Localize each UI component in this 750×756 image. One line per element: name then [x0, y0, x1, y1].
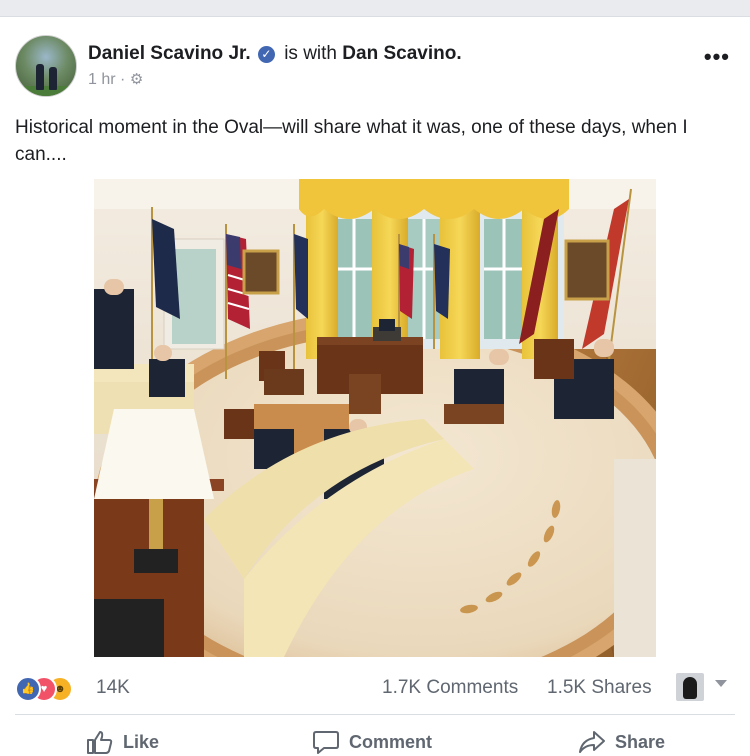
like-reaction-icon: 👍: [15, 676, 41, 702]
top-strip: [0, 0, 750, 17]
avatar-figure: [36, 64, 44, 90]
chevron-down-icon[interactable]: [715, 680, 727, 687]
post-stats: 👍 ♥ ☻ 14K 1.7K Comments 1.5K Shares: [0, 672, 750, 706]
post-photo[interactable]: [94, 179, 656, 657]
post-meta: 1 hr · ⚙: [88, 70, 143, 89]
comment-label: Comment: [349, 731, 433, 752]
gear-icon[interactable]: ⚙: [130, 71, 143, 88]
viewer-avatar[interactable]: [676, 673, 704, 701]
like-label: Like: [123, 731, 160, 752]
with-text: is with: [284, 43, 337, 64]
tagged-name[interactable]: Dan Scavino.: [342, 43, 461, 64]
avatar-figure: [49, 67, 57, 90]
author-line: Daniel Scavino Jr. ✓ is with Dan Scavino…: [88, 43, 462, 65]
post-header: Daniel Scavino Jr. ✓ is with Dan Scavino…: [0, 30, 750, 100]
shares-count[interactable]: 1.5K Shares: [547, 677, 652, 699]
post-actions: Like Comment Share: [0, 722, 750, 755]
thumbs-up-icon: [87, 731, 113, 754]
more-options-button[interactable]: •••: [704, 44, 730, 70]
comment-bubble-icon: [313, 731, 339, 754]
comment-button[interactable]: Comment: [312, 728, 432, 756]
share-label: Share: [615, 731, 666, 752]
avatar-grass: [16, 86, 76, 96]
verified-badge-icon: ✓: [257, 46, 275, 63]
share-arrow-icon: [579, 731, 605, 753]
viewer-avatar-figure: [683, 677, 697, 699]
actions-divider: [15, 714, 735, 715]
author-avatar[interactable]: [15, 35, 77, 97]
comments-count[interactable]: 1.7K Comments: [382, 677, 518, 699]
author-name[interactable]: Daniel Scavino Jr.: [88, 43, 251, 64]
post-timestamp[interactable]: 1 hr: [88, 71, 116, 88]
reaction-count[interactable]: 14K: [96, 677, 130, 699]
share-button[interactable]: Share: [578, 728, 665, 756]
like-button[interactable]: Like: [86, 728, 159, 756]
meta-separator: ·: [120, 71, 126, 88]
post-text: Historical moment in the Oval—will share…: [15, 117, 688, 165]
